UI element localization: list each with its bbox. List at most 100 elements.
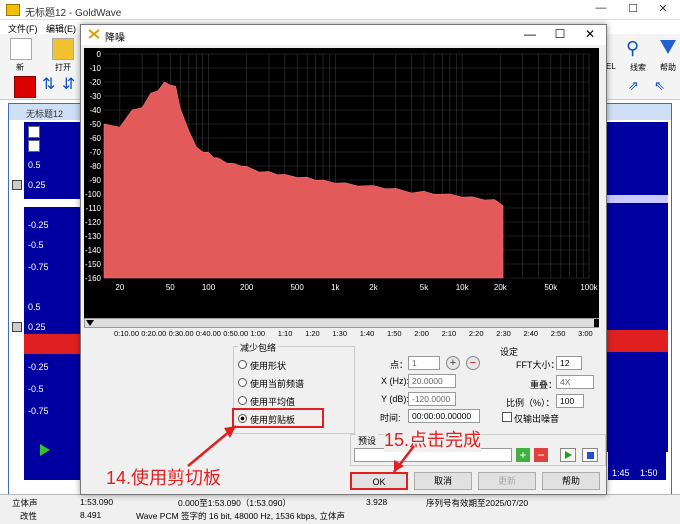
channel-right-checkbox[interactable] bbox=[12, 322, 22, 332]
remove-preset-icon[interactable]: − bbox=[534, 448, 548, 462]
y-db-label: Y (dB): bbox=[381, 394, 409, 404]
status-selection: 0.000至1:53.090（1:53.090） bbox=[178, 498, 291, 508]
x-axis-label: 500 bbox=[290, 283, 304, 292]
x-axis-label: 50k bbox=[544, 283, 558, 292]
scroll-end-marker[interactable] bbox=[594, 319, 599, 327]
y-axis-label: -10 bbox=[89, 64, 101, 73]
y-axis-label: -40 bbox=[89, 106, 101, 115]
noise-only-checkbox[interactable] bbox=[502, 412, 512, 422]
y-axis-label: -70 bbox=[89, 148, 101, 157]
overlap-select[interactable]: 4X bbox=[556, 375, 594, 389]
cue-icon[interactable]: ⚲ bbox=[626, 38, 639, 59]
point-label: 点： bbox=[390, 360, 409, 370]
arrow-left-icon[interactable]: ⇖ bbox=[654, 78, 665, 94]
scroll-down-icon[interactable] bbox=[86, 320, 94, 326]
spectrum-graph[interactable]: 0 -10 -20 -30 -40 -50 -60 -70 -80 -90 -100 -110 -120… bbox=[84, 48, 599, 318]
app-maximize-button[interactable]: ☐ bbox=[618, 2, 648, 18]
open-file-icon[interactable] bbox=[52, 38, 74, 60]
time-ruler-label: 0:30.00 bbox=[168, 329, 194, 338]
time-ruler-label: 0:40.00 bbox=[195, 329, 221, 338]
y-axis-label: -60 bbox=[89, 134, 101, 143]
point-spinbox[interactable]: 1 bbox=[408, 356, 440, 370]
reduce-envelope-title: 减少包络 bbox=[238, 341, 279, 354]
add-preset-icon[interactable]: + bbox=[516, 448, 530, 462]
wave-label: -0.25 bbox=[28, 220, 49, 230]
time-field[interactable]: 00:00:00.00000 bbox=[408, 409, 480, 423]
app-close-button[interactable]: ✕ bbox=[648, 2, 678, 18]
radio-label-use-shape: 使用形状 bbox=[250, 361, 287, 371]
time-label: 1:45 bbox=[612, 468, 630, 478]
time-ruler-label: 3:00 bbox=[578, 329, 593, 338]
time-ruler-label: 2:40 bbox=[523, 329, 539, 338]
x-hz-label: X (Hz): bbox=[381, 376, 409, 386]
dialog-close-button[interactable]: ✕ bbox=[575, 25, 605, 44]
wave-label: 0.25 bbox=[28, 180, 46, 190]
y-db-field[interactable]: -120.0000 bbox=[408, 392, 456, 406]
toolbar-help-label: 帮助 bbox=[660, 63, 676, 72]
toolbar-el-label: EL bbox=[606, 62, 616, 71]
annotation-arrow-14 bbox=[187, 425, 237, 467]
dialog-maximize-button[interactable]: ☐ bbox=[545, 25, 575, 44]
wave-label: -0.25 bbox=[28, 362, 49, 372]
time-label: 1:50 bbox=[640, 468, 658, 478]
fft-size-field[interactable]: 12 bbox=[556, 356, 582, 370]
time-ruler-label: 2:20 bbox=[468, 329, 484, 338]
status-length: 1:53.090 bbox=[80, 497, 114, 507]
wave-label: 0.5 bbox=[28, 302, 41, 312]
waveform-left-channel bbox=[24, 199, 84, 207]
status-format: Wave PCM 签字的 16 bit, 48000 Hz, 1536 kbps… bbox=[136, 511, 345, 521]
expand-arrows-icon[interactable]: ⇅ bbox=[42, 74, 55, 94]
wave-label: -0.75 bbox=[28, 406, 49, 416]
time-ruler-label: 1:00 bbox=[250, 329, 266, 338]
x-axis-label: 100 bbox=[202, 283, 216, 292]
radio-use-average[interactable] bbox=[238, 396, 247, 405]
y-axis-label: -80 bbox=[89, 162, 101, 171]
y-axis-label: -150 bbox=[85, 260, 102, 269]
dialog-minimize-button[interactable]: — bbox=[515, 25, 545, 44]
toolbar-new-label: 新 bbox=[16, 63, 24, 72]
waveform-left-right-part bbox=[606, 180, 668, 220]
remove-point-icon[interactable]: − bbox=[466, 356, 480, 370]
zoom-in-icon[interactable] bbox=[28, 126, 40, 138]
stop-preview-icon[interactable] bbox=[582, 448, 598, 462]
help-icon[interactable] bbox=[660, 40, 676, 54]
time-ruler-label: 0:50.00 bbox=[223, 329, 249, 338]
goldwave-app-icon bbox=[6, 4, 20, 16]
radio-use-shape[interactable] bbox=[238, 360, 247, 369]
y-axis-label: -90 bbox=[89, 176, 101, 185]
add-point-icon[interactable]: + bbox=[446, 356, 460, 370]
update-button[interactable]: 更新 bbox=[478, 472, 536, 490]
preset-label: 预设 bbox=[356, 434, 379, 447]
collapse-arrows-icon[interactable]: ⇵ bbox=[62, 74, 75, 94]
zoom-out-icon[interactable] bbox=[28, 140, 40, 152]
status-channel: 立体声 bbox=[12, 498, 38, 508]
y-axis-label: -140 bbox=[85, 246, 102, 255]
y-axis-label: -160 bbox=[85, 274, 102, 283]
y-axis-label: -50 bbox=[89, 120, 101, 129]
help-button[interactable]: 帮助 bbox=[542, 472, 600, 490]
app-minimize-button[interactable]: — bbox=[586, 2, 616, 18]
x-hz-field[interactable]: 20.0000 bbox=[408, 374, 456, 388]
radio-use-current-spectrum[interactable] bbox=[238, 378, 247, 387]
x-axis-label: 20k bbox=[494, 283, 508, 292]
overlap-label: 重叠： bbox=[530, 380, 558, 390]
channel-left-checkbox[interactable] bbox=[12, 180, 22, 190]
time-ruler-label: 0:10.00 bbox=[114, 329, 140, 338]
wave-label: 0.25 bbox=[28, 322, 46, 332]
x-axis-label: 2k bbox=[369, 283, 378, 292]
play-icon[interactable] bbox=[40, 444, 50, 456]
scale-field[interactable]: 100 bbox=[556, 394, 584, 408]
y-axis-label: -110 bbox=[86, 204, 102, 213]
time-scrollbar[interactable] bbox=[84, 318, 599, 328]
stop-icon[interactable] bbox=[14, 76, 36, 98]
overview-left[interactable] bbox=[24, 432, 84, 480]
x-axis-label: 10k bbox=[456, 283, 470, 292]
play-preview-icon[interactable] bbox=[560, 448, 576, 462]
wave-label: 0.5 bbox=[28, 160, 41, 170]
settings-title: 设定 bbox=[500, 347, 519, 357]
dialog-title: 降噪 bbox=[105, 33, 125, 44]
new-file-icon[interactable] bbox=[10, 38, 32, 60]
radio-label-use-average: 使用平均值 bbox=[250, 397, 296, 407]
wave-label: -0.5 bbox=[28, 240, 44, 250]
arrow-right-icon[interactable]: ⇗ bbox=[628, 78, 639, 94]
